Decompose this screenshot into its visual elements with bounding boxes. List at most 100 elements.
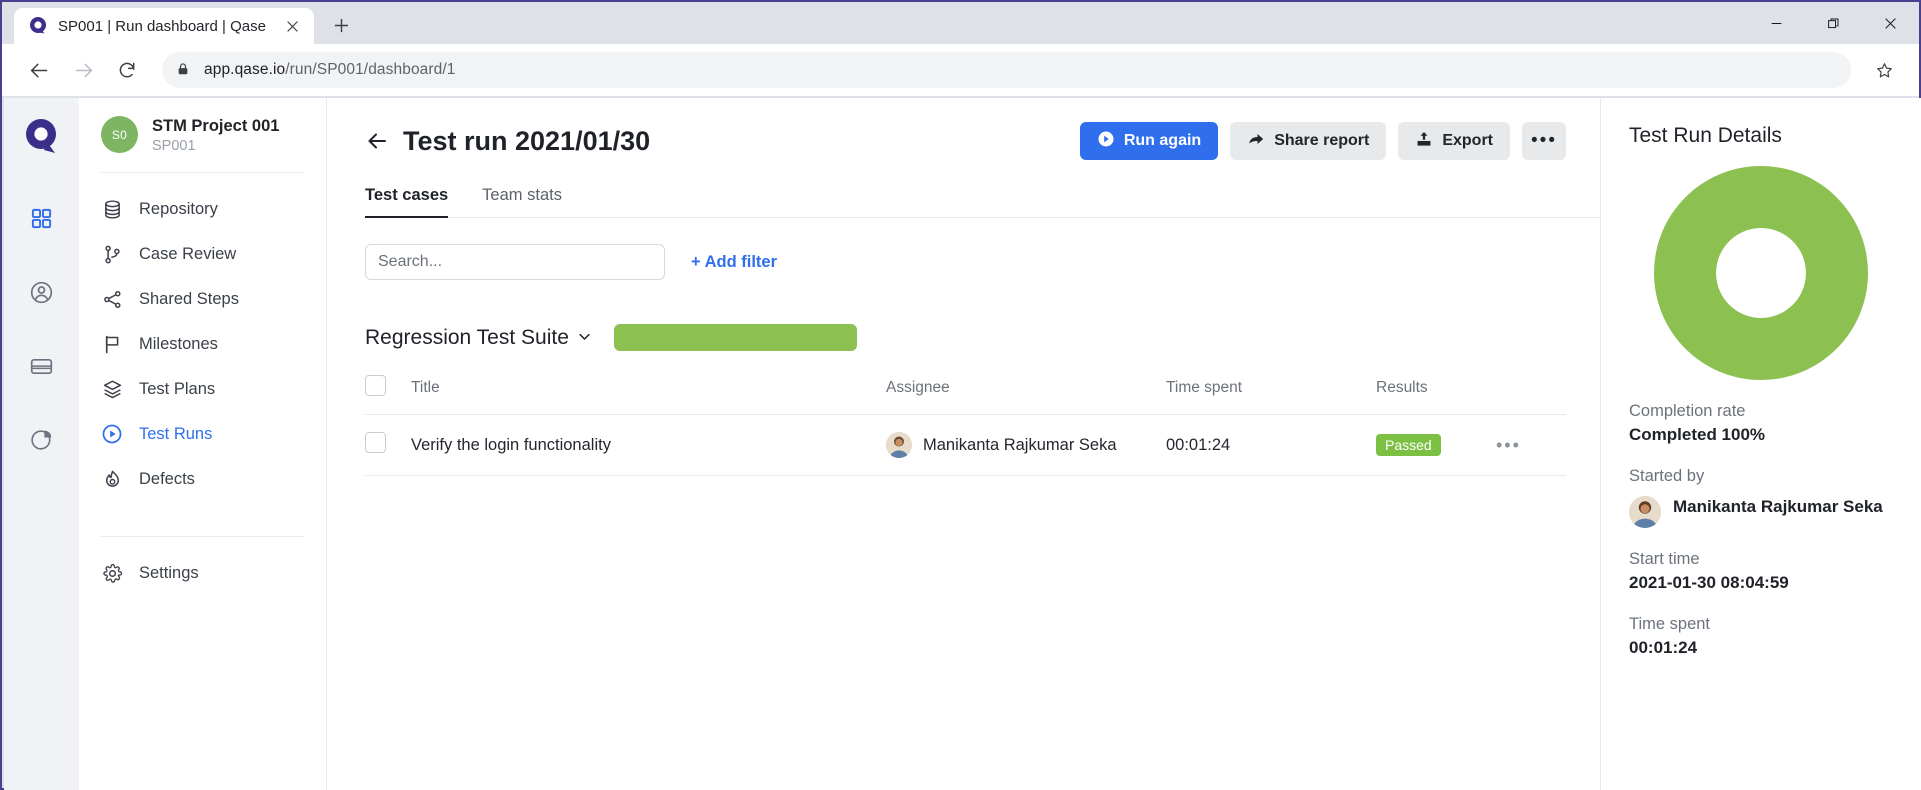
database-icon	[101, 198, 123, 220]
row-result-cell: Passed	[1376, 414, 1496, 476]
avatar	[886, 432, 912, 458]
back-arrow-icon[interactable]	[365, 126, 395, 156]
main-content: Test run 2021/01/30 Run again Share repo…	[327, 98, 1600, 790]
sidebar-item-label: Case Review	[139, 244, 237, 263]
share-report-button[interactable]: Share report	[1230, 122, 1387, 160]
row-checkbox[interactable]	[365, 432, 386, 453]
window-close-icon[interactable]	[1862, 2, 1919, 44]
time-spent-label: Time spent	[1629, 615, 1711, 633]
forward-icon[interactable]	[64, 51, 102, 89]
minimize-icon[interactable]	[1748, 2, 1805, 44]
table-row[interactable]: Verify the login functionality Manikanta…	[365, 414, 1566, 476]
chevron-down-icon	[577, 326, 592, 350]
bookmark-star-icon[interactable]	[1867, 53, 1901, 87]
test-run-details-panel: Test Run Details Completion rate Complet…	[1600, 98, 1921, 790]
search-input[interactable]: Search...	[365, 244, 665, 280]
row-assignee-cell: Manikanta Rajkumar Seka	[886, 414, 1166, 476]
start-time-value: 2021-01-30 08:04:59	[1629, 573, 1789, 592]
column-title: Title	[411, 375, 886, 415]
share-report-label: Share report	[1274, 132, 1370, 149]
address-path: /run/SP001/dashboard/1	[285, 61, 456, 78]
project-name: STM Project 001	[152, 117, 280, 135]
select-all-checkbox[interactable]	[365, 375, 386, 396]
rail-item-account[interactable]	[20, 270, 64, 314]
project-sidebar: S0 STM Project 001 SP001 Repository Case…	[79, 98, 327, 790]
donut-svg	[1654, 166, 1868, 380]
project-avatar-initials: S0	[111, 127, 128, 142]
project-switcher[interactable]: S0 STM Project 001 SP001	[79, 116, 326, 154]
more-options-label: •••	[1531, 130, 1557, 151]
sidebar-item-shared-steps[interactable]: Shared Steps	[79, 277, 326, 322]
global-nav-rail	[4, 98, 79, 790]
run-again-button[interactable]: Run again	[1079, 122, 1219, 160]
suite-name-label: Regression Test Suite	[365, 325, 569, 349]
completion-rate-value: Completed 100%	[1629, 425, 1766, 444]
rail-item-reports[interactable]	[20, 418, 64, 462]
sidebar-divider-top	[101, 171, 304, 173]
sidebar-item-milestones[interactable]: Milestones	[79, 322, 326, 367]
browser-tab[interactable]: SP001 | Run dashboard | Qase	[14, 8, 314, 44]
new-tab-button[interactable]	[324, 8, 358, 42]
address-bar[interactable]: app.qase.io/run/SP001/dashboard/1	[162, 52, 1851, 88]
filter-row: Search... + Add filter	[365, 244, 1600, 280]
row-more-button[interactable]: •••	[1496, 435, 1521, 455]
sidebar-item-case-review[interactable]: Case Review	[79, 232, 326, 277]
layers-icon	[101, 378, 123, 400]
sidebar-item-settings[interactable]: Settings	[79, 551, 326, 596]
page-title: Test run 2021/01/30	[403, 125, 651, 156]
back-icon[interactable]	[20, 51, 58, 89]
add-filter-button[interactable]: + Add filter	[691, 253, 777, 272]
export-button[interactable]: Export	[1398, 122, 1510, 160]
completion-rate-label: Completion rate	[1629, 402, 1746, 420]
sidebar-item-label: Test Plans	[139, 379, 216, 398]
tab-test-cases[interactable]: Test cases	[365, 186, 449, 218]
close-icon[interactable]	[280, 14, 304, 38]
branch-icon	[101, 243, 123, 265]
sidebar-item-label: Milestones	[139, 334, 218, 353]
qase-logo-icon[interactable]	[20, 114, 64, 158]
reload-icon[interactable]	[108, 51, 146, 89]
started-by-label: Started by	[1629, 467, 1705, 485]
run-again-label: Run again	[1123, 132, 1202, 149]
browser-window: SP001 | Run dashboard | Qase app.qase.io…	[0, 0, 1921, 790]
sidebar-item-test-plans[interactable]: Test Plans	[79, 367, 326, 412]
rail-item-grid[interactable]	[20, 196, 64, 240]
rail-item-billing[interactable]	[20, 344, 64, 388]
restore-icon[interactable]	[1805, 2, 1862, 44]
sidebar-item-label: Settings	[139, 563, 199, 582]
avatar	[1629, 496, 1661, 528]
suite-name-toggle[interactable]: Regression Test Suite	[365, 326, 592, 350]
sidebar-item-label: Defects	[139, 469, 195, 488]
page-header: Test run 2021/01/30 Run again Share repo…	[365, 98, 1600, 160]
sidebar-item-test-runs[interactable]: Test Runs	[79, 412, 326, 457]
export-icon	[1415, 130, 1433, 153]
table-header-row: Title Assignee Time spent Results	[365, 375, 1566, 415]
more-options-button[interactable]: •••	[1522, 122, 1566, 160]
tab-team-stats[interactable]: Team stats	[482, 186, 562, 218]
lock-icon	[176, 62, 192, 78]
header-actions: Run again Share report Export •••	[1079, 122, 1566, 160]
tab-strip: SP001 | Run dashboard | Qase	[2, 2, 1919, 44]
content-tabs: Test cases Team stats	[365, 186, 1600, 218]
row-title: Verify the login functionality	[411, 414, 886, 476]
project-code: SP001	[152, 137, 196, 154]
sidebar-item-label: Repository	[139, 199, 218, 218]
completion-donut-chart	[1629, 166, 1893, 380]
sidebar-item-defects[interactable]: Defects	[79, 457, 326, 502]
export-label: Export	[1442, 132, 1493, 149]
window-controls	[1748, 2, 1919, 44]
project-avatar: S0	[101, 116, 138, 154]
select-all-header	[365, 375, 411, 415]
tab-title: SP001 | Run dashboard | Qase	[58, 17, 266, 35]
address-domain: app.qase.io	[204, 61, 286, 78]
flag-icon	[101, 333, 123, 355]
row-time-spent: 00:01:24	[1166, 414, 1376, 476]
browser-toolbar: app.qase.io/run/SP001/dashboard/1	[2, 44, 1919, 96]
started-by: Manikanta Rajkumar Seka	[1629, 496, 1893, 528]
sidebar-item-repository[interactable]: Repository	[79, 187, 326, 232]
test-cases-table: Title Assignee Time spent Results Verify…	[365, 375, 1566, 476]
suite-progress-bar	[613, 324, 857, 351]
sidebar-item-label: Test Runs	[139, 424, 213, 443]
suite-row: Regression Test Suite	[365, 324, 1600, 351]
share-arrow-icon	[1247, 130, 1265, 153]
